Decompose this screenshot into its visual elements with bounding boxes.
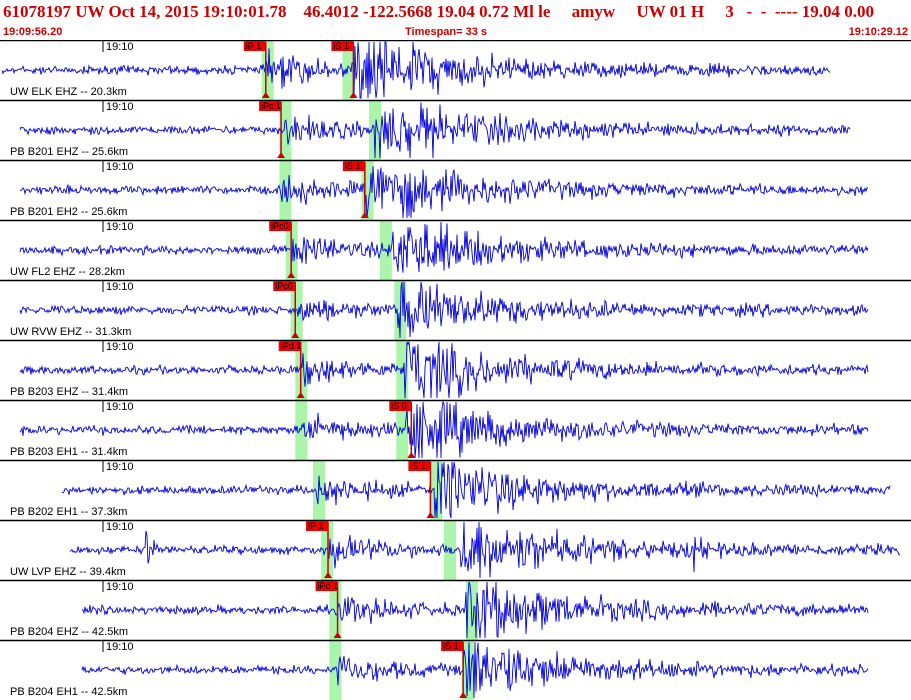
pick-label-text: iPc0 — [271, 221, 289, 231]
station-channel-label: PB B201 EHZ -- 25.6km — [10, 146, 128, 158]
time-tick-label: 19:10 — [106, 281, 134, 293]
event-summary-line: 61078197 UW Oct 14, 2015 19:10:01.78 46.… — [3, 2, 875, 21]
pick-label-text: iS 0 — [391, 401, 407, 411]
time-tick-label: 19:10 — [106, 581, 134, 593]
seismic-waveform[interactable] — [19, 102, 851, 159]
station-channel-label: PB B201 EH2 -- 25.6km — [10, 206, 128, 218]
pick-label-text: iS 1 — [410, 461, 426, 471]
time-tick-label: 19:10 — [106, 41, 134, 53]
window-end-time: 19:10:29.12 — [848, 26, 908, 38]
pick-label-text: iPd 1 — [281, 341, 302, 351]
station-channel-label: PB B202 EH1 -- 37.3km — [10, 506, 128, 518]
station-channel-label: UW RVW EHZ -- 31.3km — [10, 326, 132, 338]
event-header: 61078197 UW Oct 14, 2015 19:10:01.78 46.… — [0, 0, 911, 40]
pick-label-text: iP 1 — [308, 521, 323, 531]
pick-label-text: iS 1 — [443, 641, 459, 651]
phase-window-p — [329, 640, 342, 700]
timespan-label: Timespan= 33 s — [405, 26, 488, 38]
phase-window-s — [444, 520, 457, 580]
time-tick-label: 19:10 — [106, 221, 134, 233]
time-tick-label: 19:10 — [106, 461, 134, 473]
seismic-waveform[interactable] — [19, 400, 869, 459]
station-channel-label: PB B204 EH1 -- 42.5km — [10, 686, 128, 698]
pick-label-text: iP 1 — [246, 41, 261, 51]
seismic-waveform[interactable] — [69, 521, 901, 579]
pick-label-text: iPc 1 — [261, 101, 281, 111]
time-tick-label: 19:10 — [106, 161, 134, 173]
seismic-waveform[interactable] — [81, 641, 869, 699]
time-tick-label: 19:10 — [106, 401, 134, 413]
seismic-waveform[interactable] — [19, 221, 869, 273]
waveform-canvas[interactable]: iP 1 iS 1 iPc 1 iS 1 iPc0 iPc0 iPd 1 iS 0 iS 1 iP… — [0, 40, 911, 700]
pick-label-text: iPd 1 — [318, 581, 339, 591]
time-tick-label: 19:10 — [106, 641, 134, 653]
pick-label-text: iS 1 — [333, 41, 349, 51]
station-channel-label: UW LVP EHZ -- 39.4km — [10, 566, 126, 578]
station-channel-label: PB B204 EHZ -- 42.5km — [10, 626, 128, 638]
pick-triangle-icon[interactable] — [407, 452, 416, 458]
seismic-waveform[interactable] — [61, 461, 891, 519]
station-channel-label: PB B203 EHZ -- 31.4km — [10, 386, 128, 398]
time-tick-label: 19:10 — [106, 341, 134, 353]
pick-label-text: iS 1 — [345, 161, 361, 171]
pick-label-text: iPc0 — [275, 281, 293, 291]
time-tick-label: 19:10 — [106, 101, 134, 113]
seismogram-panel[interactable]: iP 1 iS 1 iPc 1 iS 1 iPc0 iPc0 iPd 1 iS 0 iS 1 iP… — [0, 40, 911, 700]
station-channel-label: PB B203 EH1 -- 31.4km — [10, 446, 128, 458]
seismic-waveform[interactable] — [20, 166, 868, 219]
time-tick-label: 19:10 — [106, 521, 134, 533]
station-channel-label: UW FL2 EHZ -- 28.2km — [10, 266, 125, 278]
seismic-waveform[interactable] — [19, 281, 869, 339]
station-channel-label: UW ELK EHZ -- 20.3km — [10, 86, 127, 98]
seismic-waveform[interactable] — [19, 340, 869, 399]
window-start-time: 19:09:56.20 — [3, 26, 63, 38]
